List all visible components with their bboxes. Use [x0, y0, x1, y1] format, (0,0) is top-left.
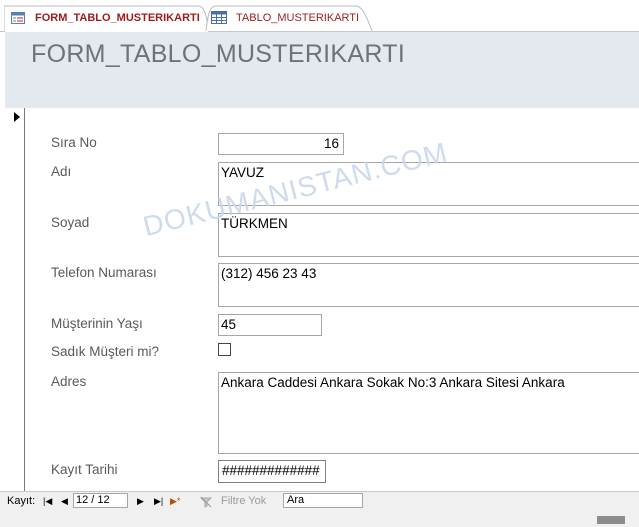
- current-record-input[interactable]: 12 / 12: [73, 493, 128, 508]
- sira-no-field[interactable]: 16: [218, 133, 344, 155]
- form-title: FORM_TABLO_MUSTERIKARTI: [31, 40, 406, 68]
- sadik-musteri-checkbox[interactable]: [218, 343, 231, 356]
- current-record-icon: [14, 112, 20, 122]
- filter-status[interactable]: Filtre Yok: [221, 495, 266, 507]
- label-adres: Adres: [51, 374, 87, 389]
- label-telefon: Telefon Numarası: [51, 265, 157, 280]
- tab-tablo-musterikarti[interactable]: TABLO_MUSTERIKARTI: [204, 5, 374, 32]
- next-record-button[interactable]: ▶: [137, 494, 144, 509]
- last-record-button[interactable]: ▶|: [154, 494, 163, 509]
- label-soyad: Soyad: [51, 215, 90, 230]
- document-tab-bar: FORM_TABLO_MUSTERIKARTI TABLO_MUSTERIKAR…: [0, 0, 639, 32]
- record-navigation-bar: Kayıt: |◀ ◀ 12 / 12 ▶ ▶| ▶* Filtre Yok A…: [0, 491, 639, 513]
- label-adi: Adı: [51, 164, 72, 179]
- tab-label: TABLO_MUSTERIKARTI: [236, 12, 360, 24]
- form-header: FORM_TABLO_MUSTERIKARTI: [5, 32, 639, 108]
- telefon-field[interactable]: (312) 456 23 43: [218, 263, 639, 307]
- label-sira-no: Sıra No: [51, 135, 97, 150]
- adi-field[interactable]: YAVUZ: [218, 162, 639, 206]
- record-selector[interactable]: [5, 108, 25, 491]
- form-icon: [11, 11, 25, 24]
- tab-form-tablo-musterikarti[interactable]: FORM_TABLO_MUSTERIKARTI: [4, 5, 210, 32]
- adres-field[interactable]: Ankara Caddesi Ankara Sokak No:3 Ankara …: [218, 372, 639, 454]
- first-record-button[interactable]: |◀: [43, 494, 52, 509]
- table-icon: [211, 11, 227, 24]
- label-sadik-musteri: Sadık Müşteri mi?: [51, 344, 160, 359]
- soyad-field[interactable]: TÜRKMEN: [218, 213, 639, 257]
- filter-icon: [200, 496, 212, 511]
- form-detail: Sıra No 16 Adı YAVUZ Soyad TÜRKMEN Telef…: [25, 108, 639, 491]
- kayit-tarihi-field[interactable]: #############: [218, 460, 326, 483]
- search-input[interactable]: Ara: [283, 493, 363, 508]
- label-yas: Müşterinin Yaşı: [51, 316, 143, 331]
- status-bar: [0, 512, 639, 527]
- horizontal-scrollbar-thumb[interactable]: [597, 516, 625, 524]
- new-record-button[interactable]: ▶*: [170, 494, 180, 509]
- record-label: Kayıt:: [7, 495, 36, 507]
- previous-record-button[interactable]: ◀: [61, 494, 68, 509]
- yas-field[interactable]: 45: [218, 314, 322, 336]
- label-kayit-tarihi: Kayıt Tarihi: [51, 462, 118, 477]
- tab-label: FORM_TABLO_MUSTERIKARTI: [35, 12, 200, 24]
